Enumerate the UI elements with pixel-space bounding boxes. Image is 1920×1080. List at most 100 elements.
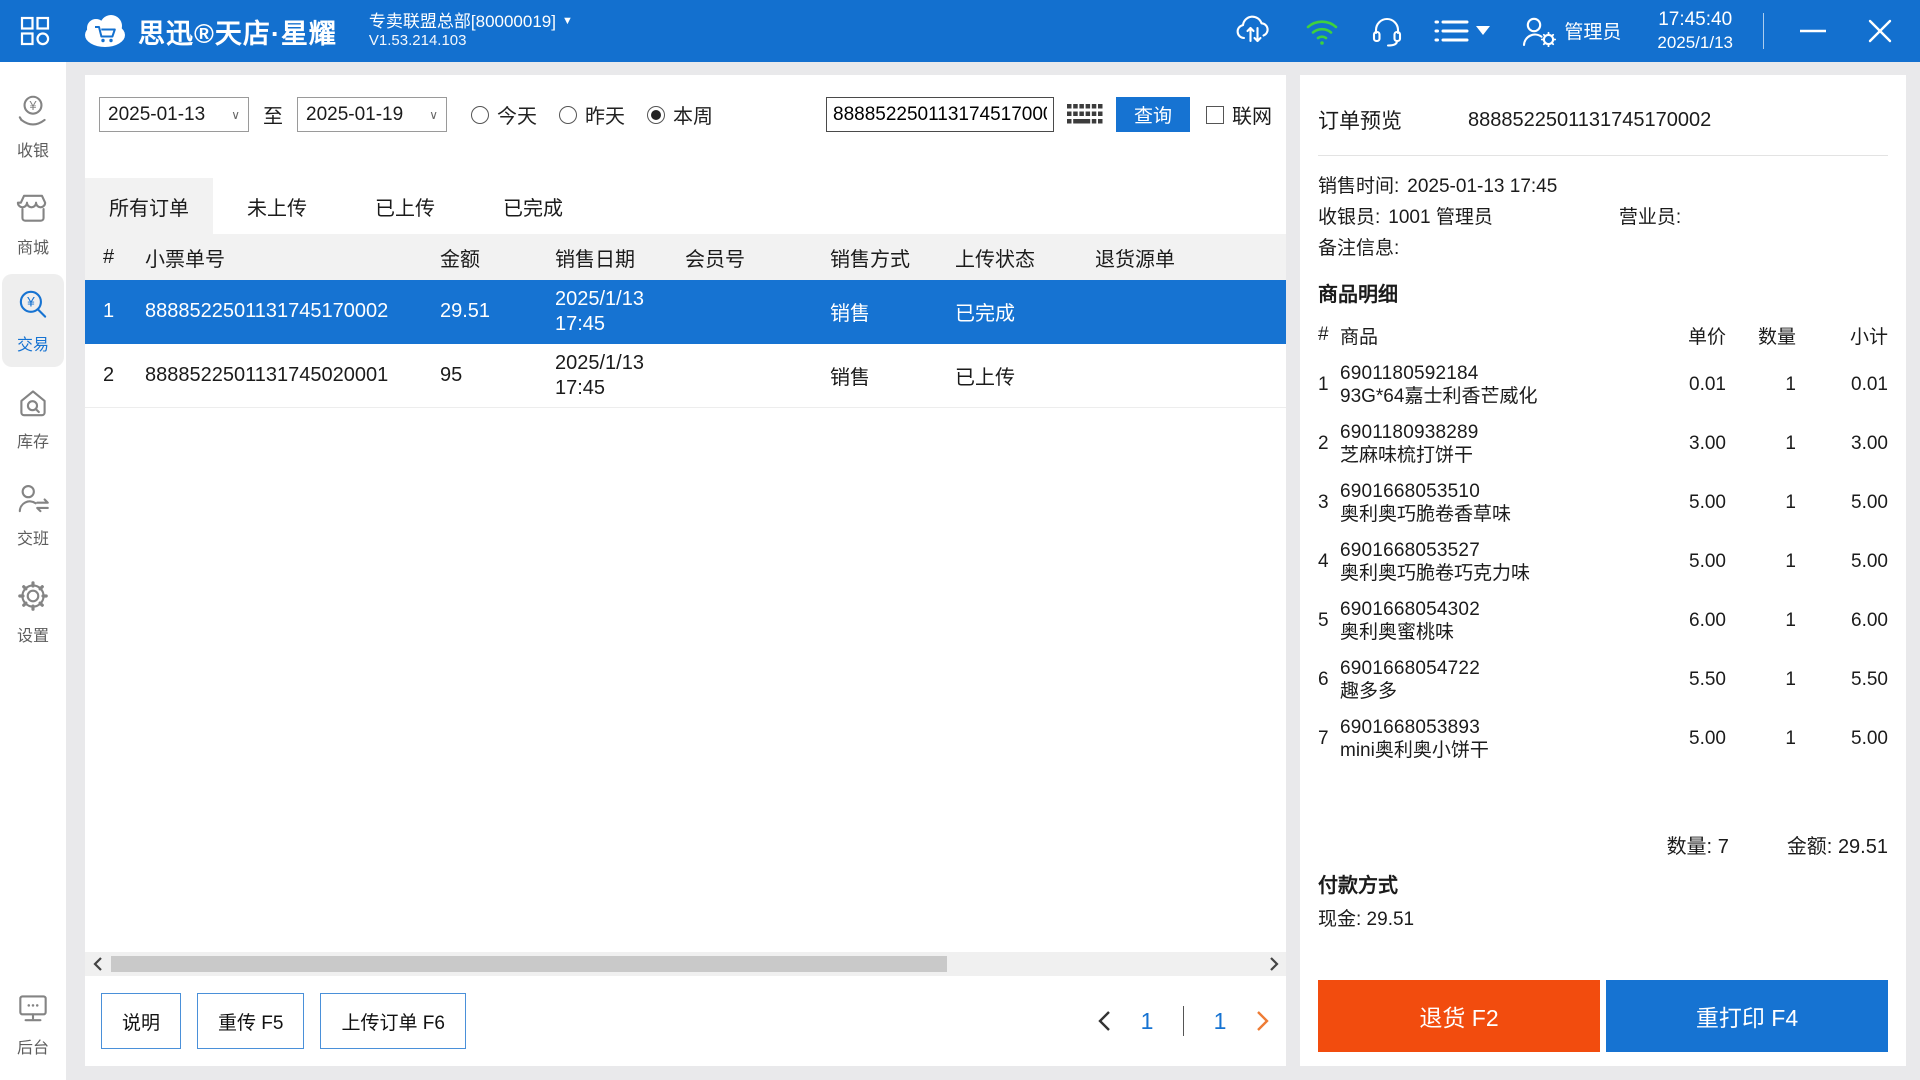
quick-range-radios: 今天 昨天 本周	[471, 100, 713, 129]
minimize-button[interactable]	[1794, 23, 1832, 39]
reupload-button[interactable]: 重传 F5	[197, 993, 305, 1049]
menu-list-icon[interactable]	[1434, 18, 1491, 44]
sidebar-item-transactions[interactable]: ¥ 交易	[2, 274, 64, 367]
cell-receipt-no: 8888522501131745020001	[145, 364, 389, 386]
col-header-sale-date: 销售日期	[555, 248, 635, 271]
topbar-divider	[1763, 12, 1764, 49]
item-subtotal: 5.00	[1851, 550, 1888, 572]
col-header-idx: #	[103, 245, 115, 268]
col-header-sale-type: 销售方式	[830, 248, 910, 271]
radio-circle-icon	[471, 105, 489, 124]
salesperson-label: 营业员:	[1618, 206, 1682, 228]
item-name: 6901668053527 奥利奥巧脆卷巧克力味	[1340, 539, 1531, 584]
backend-monitor-icon	[19, 995, 47, 1022]
radio-yesterday[interactable]: 昨天	[559, 100, 625, 129]
item-qty: 1	[1785, 373, 1796, 395]
item-subtotal: 5.00	[1851, 491, 1888, 513]
cell-upload-status: 已上传	[955, 367, 1015, 389]
headset-icon[interactable]	[1370, 15, 1404, 47]
orders-footer: 说明 重传 F5 上传订单 F6 1 1	[85, 976, 1286, 1066]
query-button[interactable]: 查询	[1116, 97, 1190, 132]
cell-sale-date: 2025/1/13 17:45	[555, 287, 644, 335]
next-page-icon[interactable]	[1256, 1010, 1270, 1032]
sale-time-value: 2025-01-13 17:45	[1407, 176, 1558, 197]
item-subtotal: 5.00	[1851, 727, 1888, 749]
payment-cash-line: 现金: 29.51	[1318, 909, 1415, 931]
item-idx: 1	[1318, 373, 1329, 395]
date-range-to-label: 至	[263, 106, 283, 128]
prev-page-icon[interactable]	[1097, 1010, 1111, 1032]
col-header-amount: 金额	[440, 248, 480, 271]
gear-icon	[18, 581, 48, 611]
radio-label: 昨天	[585, 106, 625, 128]
item-price: 6.00	[1689, 609, 1726, 631]
item-name: 6901668053510 奥利奥巧脆卷香草味	[1340, 480, 1512, 525]
close-button[interactable]	[1862, 13, 1898, 49]
upload-orders-button[interactable]: 上传订单 F6	[320, 993, 466, 1049]
help-button[interactable]: 说明	[101, 993, 182, 1049]
item-detail-title: 商品明细	[1318, 284, 1398, 307]
wifi-icon[interactable]	[1304, 16, 1340, 46]
radio-today[interactable]: 今天	[471, 100, 537, 129]
col-header-receipt-no: 小票单号	[145, 248, 225, 271]
store-selector[interactable]: 专卖联盟总部[80000019] ▼	[369, 11, 573, 32]
cell-amount: 95	[440, 364, 463, 386]
scroll-left-icon[interactable]	[89, 957, 105, 971]
top-bar: 思迅®天店·星耀 专卖联盟总部[80000019] ▼ V1.53.214.10…	[0, 0, 1920, 62]
chevron-down-icon: ∨	[231, 107, 240, 122]
item-subtotal: 6.00	[1851, 609, 1888, 631]
online-label: 联网	[1232, 106, 1272, 128]
cloud-sync-icon[interactable]	[1234, 15, 1274, 47]
sidebar-item-label: 后台	[16, 1040, 49, 1057]
refund-button[interactable]: 退货 F2	[1318, 980, 1600, 1052]
app-version: V1.53.214.103	[368, 32, 467, 50]
preview-title: 订单预览	[1318, 110, 1402, 133]
sidebar-item-shift[interactable]: 交班	[2, 468, 64, 561]
online-checkbox-option[interactable]: 联网	[1206, 100, 1272, 129]
preview-actions: 退货 F2 重打印 F4	[1318, 980, 1888, 1052]
item-idx: 3	[1318, 491, 1329, 513]
tab-all-orders[interactable]: 所有订单	[85, 178, 213, 234]
item-name: 6901180592184 93G*64嘉士利香芒威化	[1340, 362, 1538, 407]
date-from-select[interactable]: 2025-01-13 ∨	[99, 97, 249, 132]
scroll-right-icon[interactable]	[1266, 957, 1282, 971]
tab-completed[interactable]: 已完成	[469, 178, 597, 234]
qty-total: 数量: 7	[1666, 836, 1729, 859]
orders-table-header: # 小票单号 金额 销售日期 会员号 销售方式 上传状态 退货源单	[85, 234, 1286, 280]
apps-grid-icon[interactable]	[20, 16, 50, 46]
horizontal-scrollbar[interactable]	[85, 952, 1286, 976]
item-qty: 1	[1785, 668, 1796, 690]
scrollbar-track[interactable]	[105, 956, 1266, 972]
user-account[interactable]: 管理员	[1520, 15, 1621, 47]
transaction-search-icon: ¥	[19, 290, 47, 318]
sidebar-item-cashier[interactable]: ¥ 收银	[2, 80, 64, 173]
item-price: 5.00	[1689, 727, 1726, 749]
preview-order-no: 8888522501131745170002	[1468, 108, 1712, 131]
sidebar-item-label: 设置	[16, 628, 49, 645]
sidebar-item-mall[interactable]: 商城	[2, 177, 64, 270]
date-to-select[interactable]: 2025-01-19 ∨	[297, 97, 447, 132]
item-name: 6901668054722 趣多多	[1340, 657, 1480, 702]
col-header-upload-status: 上传状态	[955, 248, 1035, 271]
tab-uploaded[interactable]: 已上传	[341, 178, 469, 234]
filter-bar: 2025-01-13 ∨ 至 2025-01-19 ∨ 今天 昨天 本周 888…	[85, 75, 1286, 132]
reprint-button[interactable]: 重打印 F4	[1606, 980, 1888, 1052]
cashier-label: 收银员:	[1318, 206, 1381, 228]
order-row[interactable]: 1 8888522501131745170002 29.51 2025/1/13…	[85, 280, 1286, 344]
scrollbar-thumb[interactable]	[111, 956, 947, 972]
item-name: 6901668054302 奥利奥蜜桃味	[1340, 598, 1480, 643]
item-idx: 4	[1318, 550, 1329, 572]
radio-this-week[interactable]: 本周	[647, 100, 713, 129]
sidebar-item-inventory[interactable]: 库存	[2, 371, 64, 464]
order-row[interactable]: 2 8888522501131745020001 95 2025/1/13 17:…	[85, 344, 1286, 408]
order-search-input[interactable]	[826, 97, 1054, 132]
sidebar-item-settings[interactable]: 设置	[2, 565, 64, 658]
chevron-down-icon: ∨	[429, 107, 438, 122]
cashier-line: 收银员: 1001 管理员 营业员:	[1318, 203, 1888, 234]
virtual-keyboard-icon[interactable]	[1064, 102, 1106, 128]
item-price: 5.00	[1689, 550, 1726, 572]
sidebar-item-label: 交班	[16, 531, 49, 548]
date-to-value: 2025-01-19	[306, 103, 404, 125]
tab-not-uploaded[interactable]: 未上传	[213, 178, 341, 234]
sidebar-item-backend[interactable]: 后台	[2, 977, 64, 1070]
